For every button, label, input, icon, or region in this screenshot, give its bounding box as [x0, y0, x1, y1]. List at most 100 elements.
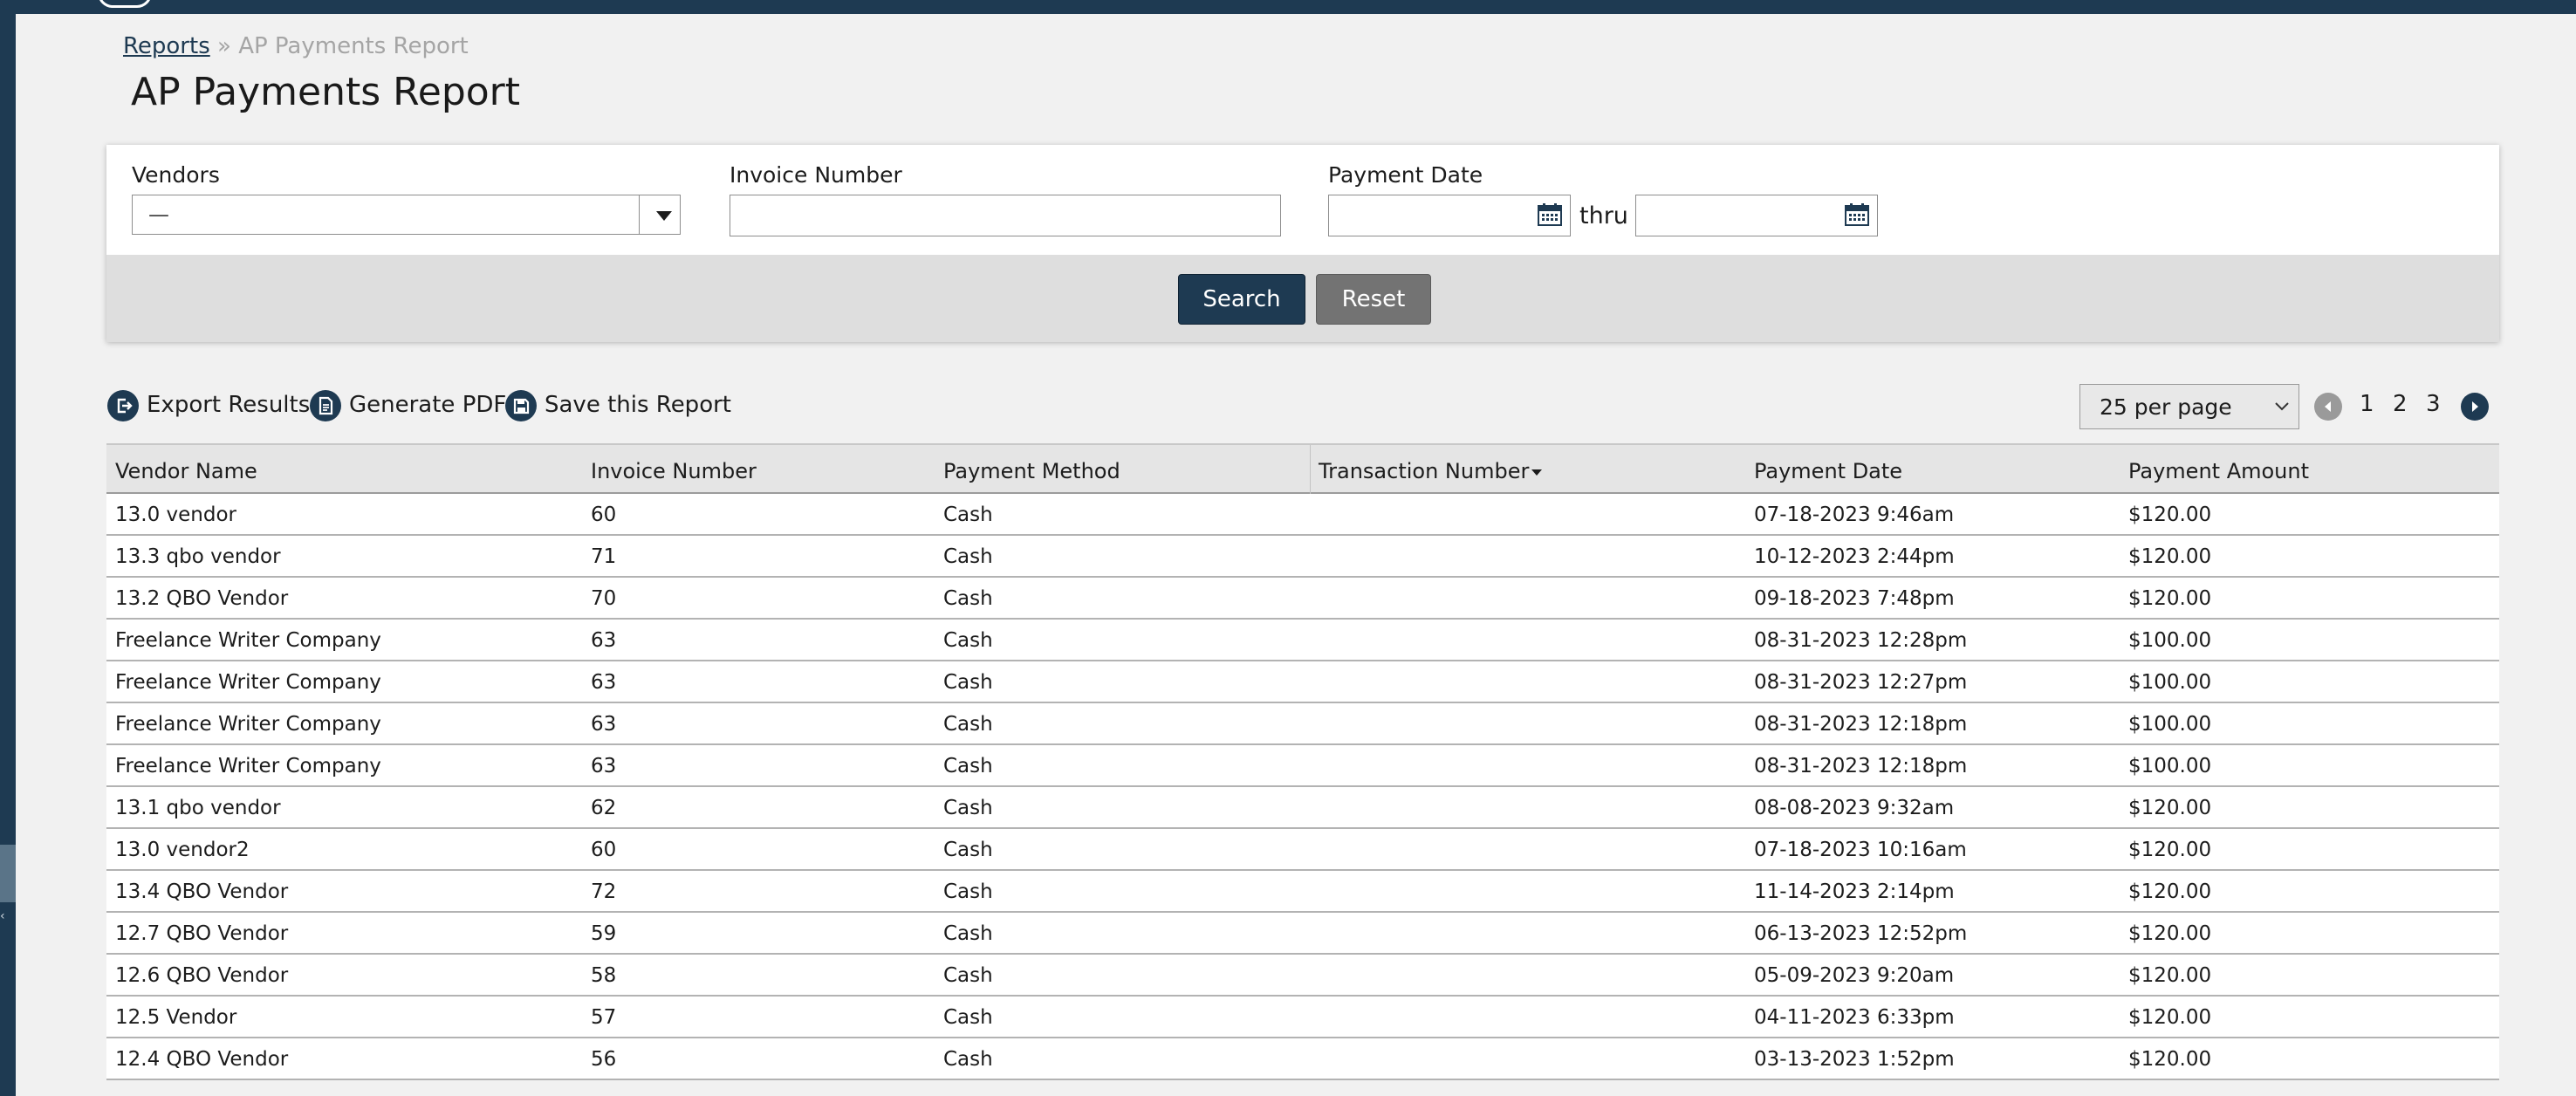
vendor-name-cell: 13.3 qbo vendor [115, 545, 281, 568]
calendar-icon[interactable] [1538, 203, 1562, 226]
payment-method-cell: Cash [943, 1048, 993, 1071]
page-number-3[interactable]: 3 [2426, 391, 2441, 417]
breadcrumb-current: AP Payments Report [238, 33, 469, 59]
column-header-payment-amount[interactable]: Payment Amount [2128, 459, 2309, 483]
column-divider [1310, 445, 1311, 494]
table-row[interactable]: Freelance Writer Company 63 Cash 08-31-2023… [106, 620, 2499, 661]
next-page-button[interactable] [2461, 393, 2489, 421]
table-row[interactable]: 12.7 QBO Vendor 59 Cash 06-13-2023 12:52pm $… [106, 913, 2499, 955]
vendors-label: Vendors [132, 162, 220, 188]
search-button[interactable]: Search [1178, 274, 1305, 325]
page-number-1[interactable]: 1 [2360, 391, 2374, 417]
invoice-number-cell: 56 [591, 1048, 617, 1071]
payment-amount-cell: $120.00 [2128, 922, 2212, 945]
per-page-select[interactable]: 25 per page [2079, 384, 2299, 429]
invoice-number-cell: 63 [591, 713, 617, 736]
payment-amount-cell: $120.00 [2128, 587, 2212, 610]
payment-method-cell: Cash [943, 503, 993, 526]
payment-date-cell: 04-11-2023 6:33pm [1754, 1006, 1955, 1029]
column-header-transaction-number[interactable]: Transaction Number [1319, 459, 1543, 483]
breadcrumb-link-reports[interactable]: Reports [123, 33, 210, 59]
payment-method-cell: Cash [943, 587, 993, 610]
payment-date-cell: 05-09-2023 9:20am [1754, 964, 1955, 987]
payment-date-cell: 08-31-2023 12:18pm [1754, 713, 1968, 736]
date-from-input[interactable] [1328, 195, 1571, 236]
table-row[interactable]: Freelance Writer Company 63 Cash 08-31-2023… [106, 745, 2499, 787]
payment-method-cell: Cash [943, 713, 993, 736]
breadcrumb: Reports » AP Payments Report [123, 33, 469, 59]
page-number-2[interactable]: 2 [2393, 391, 2408, 417]
table-row[interactable]: Freelance Writer Company 63 Cash 08-31-2023… [106, 703, 2499, 745]
arrow-left-icon [2325, 401, 2331, 412]
table-row[interactable]: 12.6 QBO Vendor 58 Cash 05-09-2023 9:20am $1… [106, 955, 2499, 997]
app-logo[interactable] [98, 0, 152, 8]
generate-pdf-button[interactable]: Generate PDF [310, 389, 506, 424]
reset-button[interactable]: Reset [1316, 274, 1431, 325]
table-row[interactable]: 13.0 vendor2 60 Cash 07-18-2023 10:16am $120… [106, 829, 2499, 871]
breadcrumb-separator: » [217, 33, 231, 59]
payment-date-cell: 08-31-2023 12:27pm [1754, 671, 1968, 694]
top-nav-bar [0, 0, 2576, 14]
caret-down-icon[interactable] [656, 211, 672, 221]
invoice-number-cell: 60 [591, 503, 617, 526]
invoice-number-label: Invoice Number [730, 162, 902, 188]
payment-amount-cell: $100.00 [2128, 671, 2212, 694]
table-row[interactable]: 13.3 qbo vendor 71 Cash 10-12-2023 2:44pm $1… [106, 536, 2499, 578]
column-header-payment-date[interactable]: Payment Date [1754, 459, 1902, 483]
payment-method-cell: Cash [943, 880, 993, 903]
payment-amount-cell: $120.00 [2128, 503, 2212, 526]
payment-method-cell: Cash [943, 629, 993, 652]
payment-date-cell: 08-31-2023 12:28pm [1754, 629, 1968, 652]
table-row[interactable]: 13.1 qbo vendor 62 Cash 08-08-2023 9:32am $1… [106, 787, 2499, 829]
invoice-number-cell: 63 [591, 671, 617, 694]
date-to-field[interactable] [1635, 195, 1878, 236]
table-header: Vendor Name Invoice Number Payment Metho… [106, 443, 2499, 494]
column-header-payment-method[interactable]: Payment Method [943, 459, 1120, 483]
vendors-select[interactable]: — [132, 195, 681, 235]
table-row[interactable]: 13.4 QBO Vendor 72 Cash 11-14-2023 2:14pm $1… [106, 871, 2499, 913]
table-row[interactable]: 13.2 QBO Vendor 70 Cash 09-18-2023 7:48pm $1… [106, 578, 2499, 620]
payment-method-cell: Cash [943, 922, 993, 945]
column-header-vendor-name[interactable]: Vendor Name [115, 459, 257, 483]
table-row[interactable]: 12.5 Vendor 57 Cash 04-11-2023 6:33pm $120.0… [106, 997, 2499, 1038]
vendor-name-cell: 13.0 vendor2 [115, 839, 250, 861]
per-page-value: 25 per page [2100, 394, 2232, 420]
payment-method-cell: Cash [943, 671, 993, 694]
invoice-number-cell: 59 [591, 922, 617, 945]
date-from-field[interactable] [1328, 195, 1571, 236]
payment-method-cell: Cash [943, 1006, 993, 1029]
date-range-thru: thru [1579, 202, 1628, 229]
vendor-name-cell: 13.1 qbo vendor [115, 797, 281, 819]
column-header-invoice-number[interactable]: Invoice Number [591, 459, 757, 483]
table-row[interactable]: 13.0 vendor 60 Cash 07-18-2023 9:46am $120.0… [106, 494, 2499, 536]
vendor-name-cell: Freelance Writer Company [115, 629, 381, 652]
sidebar-expand-icon[interactable]: ‹ [0, 908, 16, 925]
vendor-name-cell: Freelance Writer Company [115, 755, 381, 777]
payment-amount-cell: $120.00 [2128, 964, 2212, 987]
export-results-button[interactable]: Export Results [107, 389, 310, 424]
save-icon [505, 390, 537, 421]
sidebar-toggle-tab[interactable] [0, 845, 16, 902]
vendor-name-cell: 13.2 QBO Vendor [115, 587, 289, 610]
previous-page-button[interactable] [2314, 393, 2342, 421]
export-icon [107, 390, 139, 421]
payment-date-cell: 08-31-2023 12:18pm [1754, 755, 1968, 777]
invoice-number-cell: 58 [591, 964, 617, 987]
table-row[interactable]: Freelance Writer Company 63 Cash 08-31-2023… [106, 661, 2499, 703]
sort-desc-icon[interactable] [1531, 469, 1543, 476]
vendor-name-cell: 12.5 Vendor [115, 1006, 237, 1029]
invoice-number-cell: 63 [591, 755, 617, 777]
invoice-number-input[interactable] [730, 195, 1281, 236]
payment-date-cell: 07-18-2023 9:46am [1754, 503, 1955, 526]
payment-amount-cell: $100.00 [2128, 713, 2212, 736]
calendar-icon[interactable] [1845, 203, 1869, 226]
payment-amount-cell: $120.00 [2128, 839, 2212, 861]
payment-amount-cell: $120.00 [2128, 880, 2212, 903]
save-report-button[interactable]: Save this Report [505, 389, 731, 424]
invoice-number-cell: 71 [591, 545, 617, 568]
date-to-input[interactable] [1635, 195, 1878, 236]
table-row[interactable]: 12.4 QBO Vendor 56 Cash 03-13-2023 1:52pm $1… [106, 1038, 2499, 1080]
vendor-name-cell: 12.7 QBO Vendor [115, 922, 289, 945]
payment-amount-cell: $100.00 [2128, 629, 2212, 652]
chevron-down-icon [2275, 402, 2289, 411]
